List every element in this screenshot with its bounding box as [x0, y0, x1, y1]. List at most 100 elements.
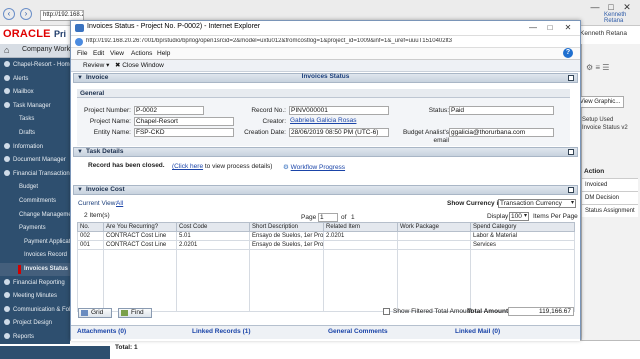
- url-bar[interactable]: http://192.168.20.26:7001/bp/studio/bp/l…: [71, 35, 580, 48]
- currency-select[interactable]: Transaction Currency ▾: [498, 199, 576, 208]
- table-cell: CONTRACT Cost Line: [103, 240, 177, 250]
- sidebar-item[interactable]: Commitments: [0, 195, 70, 208]
- currency-value: Transaction Currency: [500, 200, 562, 207]
- sidebar-item-label: Budget: [19, 184, 39, 191]
- table-cell: 2.0201: [176, 240, 250, 250]
- sidebar-item[interactable]: Chapel-Resort - Home: [0, 59, 70, 72]
- sidebar-item-label: Information: [13, 143, 44, 150]
- close-icon[interactable]: ✕: [561, 22, 575, 33]
- panel-icons[interactable]: ⚙ ≡ ☰: [586, 63, 609, 72]
- bullet-icon: [4, 319, 10, 326]
- sidebar-item[interactable]: Change Management: [0, 209, 70, 222]
- setup-used-label: Setup Used: [582, 117, 614, 123]
- sidebar-item[interactable]: Payment Applications: [0, 236, 70, 249]
- sidebar-item[interactable]: Alerts: [0, 73, 70, 86]
- page-input[interactable]: 1: [318, 213, 338, 222]
- workflow-progress-label: Workflow Progress: [290, 164, 346, 171]
- column-header[interactable]: Are You Recurring?: [103, 222, 177, 232]
- table-cell: [397, 231, 471, 241]
- close-window-button[interactable]: ✖ Close Window: [115, 61, 164, 69]
- sidebar-item[interactable]: Drafts: [0, 127, 70, 140]
- url-text[interactable]: http://192.168.20.26:7001/bp/studio/bp/l…: [86, 38, 576, 44]
- current-view-link[interactable]: All: [116, 200, 123, 207]
- sidebar-item[interactable]: Budget: [0, 181, 70, 194]
- linked-mail-link[interactable]: Linked Mail (0): [455, 328, 500, 335]
- action-item[interactable]: DM Decision: [582, 191, 638, 204]
- linked-records-link[interactable]: Linked Records (1): [192, 328, 251, 335]
- table-header-row: No. Are You Recurring? Cost Code Short D…: [77, 222, 575, 232]
- sidebar-item[interactable]: Task Manager: [0, 100, 70, 113]
- record-no-label: Record No.:: [251, 107, 286, 114]
- column-header[interactable]: Related Item: [323, 222, 398, 232]
- task-details-bar[interactable]: ▼ Task Details: [73, 147, 578, 157]
- browser-user[interactable]: Kenneth Retana: [604, 12, 640, 24]
- invoice-cost-bar[interactable]: ▼ Invoice Cost: [73, 185, 578, 195]
- table-cell: 5.01: [176, 231, 250, 241]
- sidebar-item[interactable]: Communication & Follow: [0, 304, 70, 317]
- current-view-label: Current View:: [78, 200, 118, 207]
- window-title: Invoices Status - Project No. P-0002) - …: [87, 23, 261, 30]
- close-window-label: Close Window: [122, 62, 164, 69]
- view-graphic-button[interactable]: View Graphic...: [576, 96, 624, 108]
- general-comments-link[interactable]: General Comments: [328, 328, 388, 335]
- sidebar-item[interactable]: Financial Reporting: [0, 277, 70, 290]
- background-total: Total: 1: [115, 344, 138, 351]
- sidebar-item-label: Financial Reporting: [13, 279, 65, 286]
- grid-icon: [81, 310, 88, 316]
- minimize-icon[interactable]: —: [588, 0, 602, 14]
- action-item[interactable]: Status Assignment: [582, 204, 638, 217]
- click-here-link[interactable]: (Click here: [172, 163, 203, 170]
- menu-view[interactable]: View: [110, 50, 124, 57]
- sidebar-item[interactable]: Invoices Status: [0, 263, 70, 276]
- sidebar-item[interactable]: Meeting Minutes: [0, 290, 70, 303]
- attachments-link[interactable]: Attachments (0): [77, 328, 126, 335]
- table-row[interactable]: 002 CONTRACT Cost Line 5.01 Ensayo de Su…: [77, 231, 575, 241]
- sidebar-item[interactable]: Invoices Record: [0, 249, 70, 262]
- column-header[interactable]: Short Description: [249, 222, 324, 232]
- show-filtered-checkbox[interactable]: [383, 308, 390, 315]
- company-workspace-tab[interactable]: Company Work...: [22, 46, 76, 53]
- collapse-icon[interactable]: ▼: [77, 149, 83, 155]
- help-icon[interactable]: ?: [563, 48, 573, 58]
- sidebar-item[interactable]: Tasks: [0, 113, 70, 126]
- invoice-cost-table: No. Are You Recurring? Cost Code Short D…: [77, 222, 575, 312]
- column-header[interactable]: Cost Code: [176, 222, 250, 232]
- menu-help[interactable]: Help: [157, 50, 170, 57]
- user-name[interactable]: Kenneth Retana: [580, 30, 627, 37]
- sidebar-item[interactable]: Information: [0, 141, 70, 154]
- section-toggle-icon[interactable]: [568, 149, 574, 155]
- sidebar-item[interactable]: Reports: [0, 331, 70, 344]
- sidebar-item[interactable]: Financial Transactions: [0, 168, 70, 181]
- budget-analyst-label: Budget Analist's email: [402, 129, 449, 144]
- menu-actions[interactable]: Actions: [131, 50, 152, 57]
- collapse-icon[interactable]: ▼: [77, 187, 83, 193]
- column-header[interactable]: Work Package: [397, 222, 471, 232]
- home-icon[interactable]: ⌂: [4, 45, 15, 55]
- menu-edit[interactable]: Edit: [93, 50, 104, 57]
- menu-file[interactable]: File: [77, 50, 87, 57]
- column-header[interactable]: Spend Category: [470, 222, 575, 232]
- creator-link[interactable]: Gabriela Galicia Rosas: [289, 117, 399, 126]
- sidebar-item[interactable]: Document Manager: [0, 154, 70, 167]
- table-row[interactable]: 001 CONTRACT Cost Line 2.0201 Ensayo de …: [77, 240, 575, 250]
- sidebar-item[interactable]: Project Design: [0, 317, 70, 330]
- back-icon[interactable]: ‹: [3, 8, 15, 20]
- forward-icon[interactable]: ›: [20, 8, 32, 20]
- action-item[interactable]: Invoiced: [582, 178, 638, 191]
- minimize-icon[interactable]: —: [526, 22, 540, 33]
- sidebar-item[interactable]: Mailbox: [0, 86, 70, 99]
- sidebar-item-label: Communication & Follow: [13, 306, 70, 313]
- maximize-icon[interactable]: □: [543, 22, 557, 33]
- sidebar-item-label: Tasks: [19, 116, 35, 123]
- review-button[interactable]: Review ▾: [83, 61, 109, 69]
- find-icon: [121, 310, 128, 316]
- grid-button[interactable]: Grid: [78, 308, 112, 318]
- per-page-select[interactable]: 100 ▾: [509, 212, 529, 221]
- find-button[interactable]: Find: [118, 308, 152, 318]
- page-label: Page: [301, 214, 317, 221]
- workflow-progress-link[interactable]: ⚙ Workflow Progress: [283, 163, 345, 171]
- section-toggle-icon[interactable]: [568, 187, 574, 193]
- bullet-icon: [4, 142, 10, 149]
- column-header[interactable]: No.: [77, 222, 104, 232]
- sidebar-item[interactable]: Payments: [0, 222, 70, 235]
